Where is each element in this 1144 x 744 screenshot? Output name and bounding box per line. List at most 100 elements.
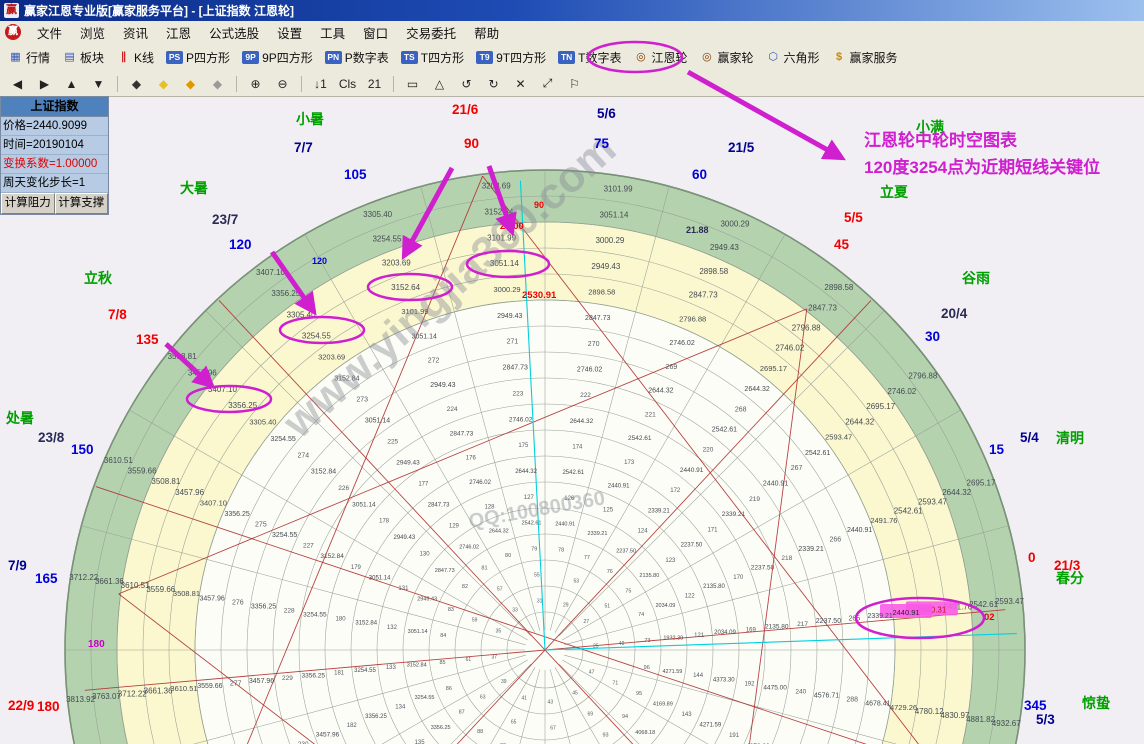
svg-text:3356.25: 3356.25 (228, 401, 257, 410)
svg-text:83: 83 (448, 607, 454, 613)
svg-text:3254.55: 3254.55 (415, 695, 435, 701)
draw-tool-14[interactable]: Cls (334, 75, 361, 93)
toolbar-item-赢家轮[interactable]: ◎赢家轮 (693, 47, 759, 68)
menu-item-0[interactable]: 文件 (28, 21, 71, 44)
toolbar-item-行情[interactable]: ▦行情 (2, 47, 56, 68)
draw-tool-13[interactable]: ↓1 (307, 75, 334, 93)
svg-text:2339.21: 2339.21 (798, 546, 823, 553)
svg-text:5/6: 5/6 (597, 106, 616, 121)
toolbar-item-T数字表[interactable]: TNT数字表 (552, 47, 627, 68)
svg-text:224: 224 (447, 406, 458, 413)
svg-text:221: 221 (645, 411, 656, 418)
menu-item-8[interactable]: 交易委托 (397, 21, 465, 44)
toolbar-item-赢家服务[interactable]: $赢家服务 (826, 47, 904, 68)
menu-item-4[interactable]: 公式选股 (200, 21, 268, 44)
svg-text:67: 67 (550, 726, 556, 732)
calc-button-1[interactable]: 计算支撑 (55, 193, 109, 214)
toolbar-item-江恩轮[interactable]: ◎江恩轮 (627, 47, 693, 68)
svg-text:51: 51 (605, 604, 611, 610)
draw-tool-1[interactable]: ▶ (31, 75, 58, 93)
draw-tool-10[interactable]: ⊕ (242, 75, 269, 93)
svg-text:2847.73: 2847.73 (808, 303, 837, 312)
draw-tool-21[interactable]: ✕ (507, 75, 534, 93)
toolbar-item-label: 板块 (80, 49, 104, 66)
draw-tool-22[interactable]: ⤢ (534, 74, 561, 93)
svg-text:2746.02: 2746.02 (469, 480, 491, 486)
svg-text:3559.66: 3559.66 (146, 585, 175, 594)
menu-item-2[interactable]: 资讯 (114, 21, 157, 44)
gann-wheel-chart[interactable]: 2593.472695.172796.882898.583000.293101.… (0, 0, 1144, 744)
menu-item-7[interactable]: 窗口 (354, 21, 397, 44)
calc-button-0[interactable]: 计算阻力 (1, 193, 55, 214)
svg-text:169: 169 (746, 627, 757, 633)
toolbar-item-板块[interactable]: ▤板块 (56, 47, 110, 68)
svg-text:3000.29: 3000.29 (720, 219, 749, 228)
draw-tool-2[interactable]: ▲ (58, 75, 85, 93)
svg-text:3407.10: 3407.10 (256, 268, 285, 277)
svg-text:3356.25: 3356.25 (302, 672, 326, 679)
svg-text:60: 60 (692, 167, 707, 182)
menu-item-3[interactable]: 江恩 (157, 21, 200, 44)
toolbar-item-K线[interactable]: ∥K线 (110, 47, 160, 68)
app-menu-icon[interactable]: 赢 (5, 24, 21, 40)
toolbar-item-9T四方形[interactable]: T99T四方形 (470, 47, 552, 68)
toolbar-item-P四方形[interactable]: PSP四方形 (160, 47, 236, 68)
menu-item-9[interactable]: 帮助 (465, 21, 508, 44)
toolbar-item-label: P数字表 (345, 49, 389, 66)
svg-text:2949.43: 2949.43 (396, 459, 420, 466)
toolbar-item-T四方形[interactable]: TST四方形 (395, 47, 470, 68)
draw-tool-19[interactable]: ↺ (453, 75, 480, 93)
svg-text:2644.32: 2644.32 (515, 469, 537, 475)
svg-text:2949.43: 2949.43 (591, 262, 620, 271)
svg-text:93: 93 (602, 732, 608, 738)
svg-text:53: 53 (574, 579, 580, 585)
svg-text:2440.91: 2440.91 (847, 527, 872, 534)
svg-text:29: 29 (563, 602, 569, 608)
draw-tool-11[interactable]: ⊖ (269, 75, 296, 93)
svg-text:2339.21: 2339.21 (648, 508, 670, 514)
draw-tool-17[interactable]: ▭ (399, 75, 426, 93)
svg-text:2695.17: 2695.17 (967, 479, 996, 488)
app-icon: 赢 (4, 3, 19, 18)
svg-text:4373.30: 4373.30 (713, 677, 735, 683)
draw-tool-5[interactable]: ◆ (123, 75, 150, 93)
draw-tool-7[interactable]: ◆ (177, 75, 204, 93)
svg-text:3356.25: 3356.25 (251, 603, 276, 610)
draw-tool-0[interactable]: ◀ (4, 75, 31, 93)
menu-item-1[interactable]: 浏览 (71, 21, 114, 44)
svg-text:3356.25: 3356.25 (271, 289, 300, 298)
svg-text:2542.61: 2542.61 (712, 427, 737, 434)
draw-tool-3[interactable]: ▼ (85, 75, 112, 93)
svg-text:269: 269 (666, 364, 678, 371)
menu-item-5[interactable]: 设置 (268, 21, 311, 44)
toolbar-item-P数字表[interactable]: PNP数字表 (319, 47, 395, 68)
draw-tool-15[interactable]: 21 (361, 75, 388, 93)
draw-tool-8[interactable]: ◆ (204, 75, 231, 93)
toolbar-item-六角形[interactable]: ⬡六角形 (760, 47, 826, 68)
menu-item-6[interactable]: 工具 (311, 21, 354, 44)
svg-text:3152.84: 3152.84 (320, 553, 344, 560)
svg-text:74: 74 (638, 612, 644, 618)
svg-text:0: 0 (1028, 550, 1036, 565)
draw-tool-18[interactable]: △ (426, 75, 453, 93)
svg-text:2898.58: 2898.58 (824, 283, 853, 292)
svg-text:4068.18: 4068.18 (635, 730, 655, 736)
svg-text:3152.84: 3152.84 (355, 621, 377, 627)
svg-text:276: 276 (232, 599, 244, 606)
svg-text:2847.73: 2847.73 (689, 291, 718, 300)
svg-text:7/7: 7/7 (294, 140, 313, 155)
svg-text:21/6: 21/6 (452, 102, 479, 117)
svg-text:立夏: 立夏 (880, 184, 909, 200)
svg-text:2898.58: 2898.58 (699, 267, 728, 276)
svg-text:3152.84: 3152.84 (311, 469, 336, 476)
draw-tool-6[interactable]: ◆ (150, 75, 177, 93)
toolbar-item-9P四方形[interactable]: 9P9P四方形 (236, 47, 319, 68)
svg-text:270: 270 (588, 341, 600, 348)
draw-tool-20[interactable]: ↻ (480, 75, 507, 93)
svg-text:3305.40: 3305.40 (363, 210, 392, 219)
svg-text:219: 219 (749, 496, 760, 503)
hq-icon: ▦ (8, 50, 23, 64)
svg-text:3101.99: 3101.99 (604, 185, 633, 194)
svg-text:7/8: 7/8 (108, 307, 127, 322)
draw-tool-23[interactable]: ⚐ (561, 75, 588, 93)
